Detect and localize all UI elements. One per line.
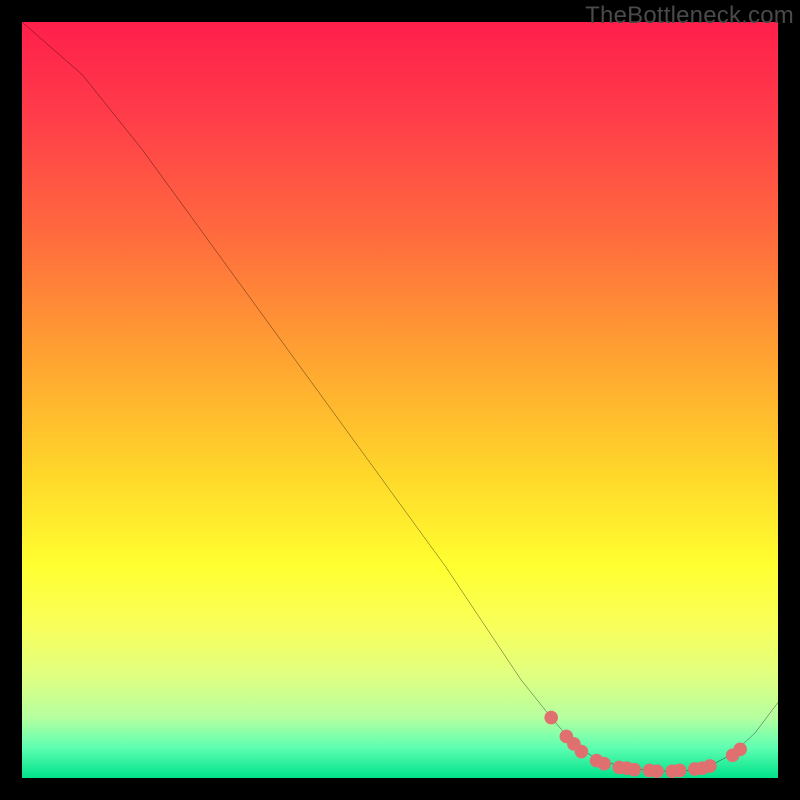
bottleneck-curve — [22, 22, 778, 771]
curve-layer — [22, 22, 778, 778]
curve-marker — [544, 711, 558, 725]
curve-markers — [544, 711, 747, 778]
plot-area — [22, 22, 778, 778]
watermark-text: TheBottleneck.com — [585, 2, 794, 30]
chart-frame: TheBottleneck.com — [0, 0, 800, 800]
curve-marker — [733, 742, 747, 756]
curve-marker — [703, 759, 717, 773]
curve-marker — [628, 763, 642, 777]
curve-marker — [673, 764, 687, 778]
curve-marker — [575, 745, 589, 759]
curve-marker — [597, 757, 611, 771]
curve-marker — [650, 764, 664, 778]
